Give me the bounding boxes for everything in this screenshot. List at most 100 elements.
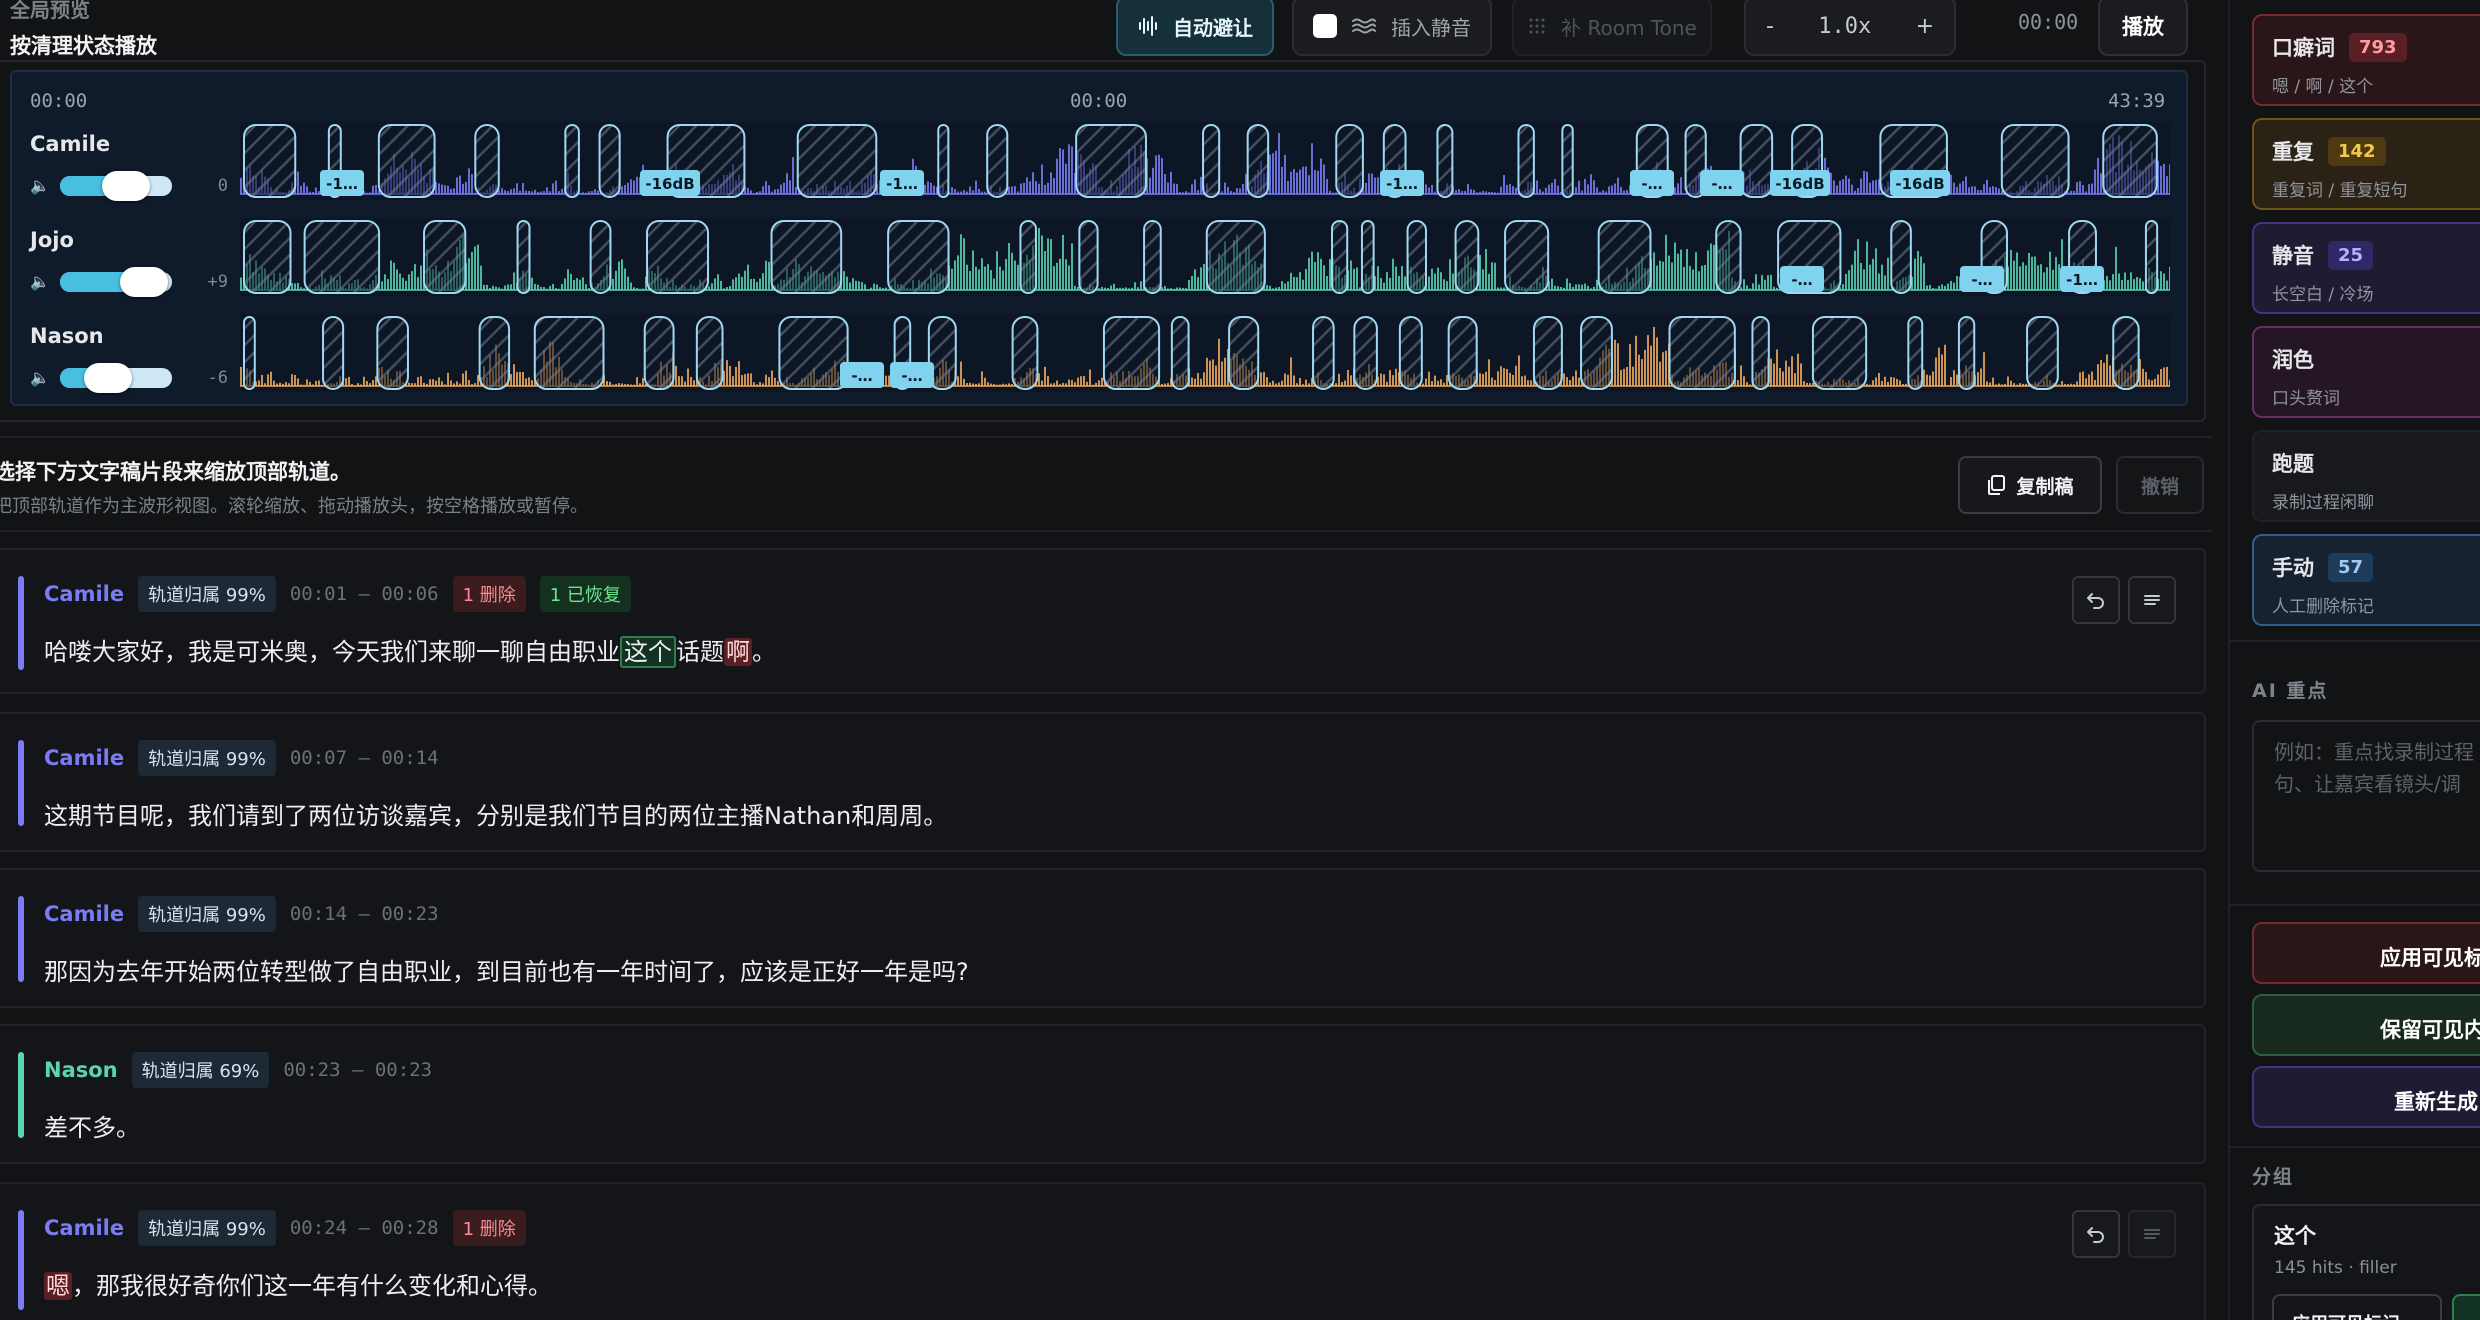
cut-region[interactable] [2000,124,2070,198]
category-polish[interactable]: 润色 口头赘词 [2252,326,2480,418]
cut-region[interactable] [1312,316,1335,390]
ai-focus-input[interactable]: 例如：重点找录制过程 句、让嘉宾看镜头/调 [2252,720,2480,872]
cut-region[interactable] [778,316,849,390]
gain-badge[interactable]: -… [840,362,884,388]
cut-region[interactable] [1517,124,1535,198]
cut-region[interactable] [646,220,710,294]
transcript-segment[interactable]: Nason 轨道归属 69% 00:23 — 00:23 差不多。 [0,1024,2206,1164]
auto-duck-button[interactable]: 自动避让 [1116,0,1274,56]
undo-segment-button[interactable] [2072,576,2120,624]
gain-badge[interactable]: -… [1630,170,1674,196]
cut-region[interactable] [1143,220,1162,294]
cut-region[interactable] [1075,124,1147,198]
waveform-lane[interactable]: -1… -16dB -1… -1… -… -… -16dB -16dB [240,122,2170,200]
cut-region[interactable] [2026,316,2059,390]
cut-region[interactable] [423,220,467,294]
cut-region[interactable] [322,316,345,390]
gain-badge[interactable]: -1… [2060,266,2104,292]
segment-text[interactable]: 那因为去年开始两位转型做了自由职业，到目前也有一年时间了，应该是正好一年是吗? [44,952,969,987]
cut-region[interactable] [937,124,950,198]
cut-region[interactable] [1597,220,1652,294]
cut-region[interactable] [1907,316,1924,390]
group-card[interactable]: 这个 145 hits · filler 应用可见标记 [2252,1204,2480,1320]
cut-region[interactable] [1447,316,1478,390]
cut-region[interactable] [643,316,675,390]
cut-region[interactable] [1668,316,1736,390]
cut-region[interactable] [1205,220,1266,294]
cut-region[interactable] [1011,316,1039,390]
gain-badge[interactable]: -16dB [1890,170,1950,196]
cut-region[interactable] [770,220,843,294]
gain-badge[interactable]: -… [1960,266,2004,292]
cut-region[interactable] [564,124,580,198]
cut-region[interactable] [2112,316,2140,390]
cut-region[interactable] [478,316,511,390]
gain-badge[interactable]: -16dB [1770,170,1830,196]
cut-region[interactable] [1751,316,1770,390]
insert-silence-checkbox[interactable] [1313,14,1337,38]
cut-region[interactable] [1739,124,1774,198]
cut-region[interactable] [2102,124,2158,198]
segment-text[interactable]: 这期节目呢，我们请到了两位访谈嘉宾，分别是我们节目的两位主播Nathan和周周。 [44,796,947,831]
group-keep-button[interactable] [2452,1294,2480,1320]
align-segment-button[interactable] [2128,576,2176,624]
volume-knob[interactable] [84,363,132,393]
waveform-lane[interactable]: -… -… -1… [240,218,2170,296]
cut-region[interactable] [598,124,621,198]
segment-text[interactable]: 差不多。 [44,1108,140,1143]
gain-badge[interactable]: -1… [320,170,364,196]
transcript-segment[interactable]: Camile 轨道归属 99% 00:07 — 00:14 这期节目呢，我们请到… [0,712,2206,852]
multitrack-timeline[interactable]: 00:00 00:00 43:39 Camile 🔈 0 -1… -16dB -1…… [10,70,2188,406]
cut-region[interactable] [1890,220,1912,294]
cut-region[interactable] [1561,124,1574,198]
align-segment-button[interactable] [2128,1210,2176,1258]
transcript-segment[interactable]: Camile 轨道归属 99% 00:01 — 00:06 1 删除 1 已恢复… [0,548,2206,694]
cut-region[interactable] [474,124,500,198]
keep-visible-button[interactable]: 保留可见内 [2252,994,2480,1056]
group-apply-button[interactable]: 应用可见标记 [2272,1294,2442,1320]
gain-badge[interactable]: -… [890,362,934,388]
cut-region[interactable] [887,220,950,294]
cut-region[interactable] [1360,220,1375,294]
cut-region[interactable] [377,124,436,198]
cut-region[interactable] [986,124,1009,198]
category-filler[interactable]: 口癖词 793 嗯 / 啊 / 这个 [2252,14,2480,106]
deleted-word[interactable]: 啊 [724,638,752,666]
cut-region[interactable] [1532,316,1563,390]
gain-badge[interactable]: -1… [1380,170,1424,196]
cut-region[interactable] [1353,316,1378,390]
transcript-segment[interactable]: Camile 轨道归属 99% 00:14 — 00:23 那因为去年开始两位转… [0,868,2206,1008]
cut-region[interactable] [1335,124,1364,198]
gain-badge[interactable]: -… [1700,170,1744,196]
segment-text[interactable]: 哈喽大家好，我是可米奥，今天我们来聊一聊自由职业 这个 话题啊。 [44,632,776,668]
undo-button[interactable]: 撤销 [2116,456,2204,514]
cut-region[interactable] [1019,220,1037,294]
gain-badge[interactable]: -1… [880,170,924,196]
speed-increase-button[interactable]: + [1916,14,1934,39]
cut-region[interactable] [1436,124,1454,198]
waveform-lane[interactable]: -… -… [240,314,2170,392]
cut-region[interactable] [1078,220,1099,294]
category-manual[interactable]: 手动 57 人工删除标记 [2252,534,2480,626]
cut-region[interactable] [2144,220,2159,294]
category-silence[interactable]: 静音 25 长空白 / 冷场 [2252,222,2480,314]
cut-region[interactable] [1504,220,1550,294]
cut-region[interactable] [376,316,409,390]
cut-region[interactable] [303,220,381,294]
deleted-word[interactable]: 嗯 [44,1272,72,1300]
cut-region[interactable] [1580,316,1613,390]
room-tone-button[interactable]: 补 Room Tone [1512,0,1712,56]
cut-region[interactable] [1246,124,1270,198]
regenerate-button[interactable]: 重新生成 [2252,1066,2480,1128]
undo-segment-button[interactable] [2072,1210,2120,1258]
cut-region[interactable] [243,220,292,294]
cut-region[interactable] [1957,316,1976,390]
cut-region[interactable] [243,316,256,390]
volume-knob[interactable] [120,267,168,297]
cut-region[interactable] [243,124,297,198]
copy-transcript-button[interactable]: 复制稿 [1958,456,2102,514]
restored-word[interactable]: 这个 [620,636,676,668]
segment-text[interactable]: 嗯，那我很好奇你们这一年有什么变化和心得。 [44,1266,552,1301]
cut-region[interactable] [1811,316,1868,390]
cut-region[interactable] [1202,124,1221,198]
